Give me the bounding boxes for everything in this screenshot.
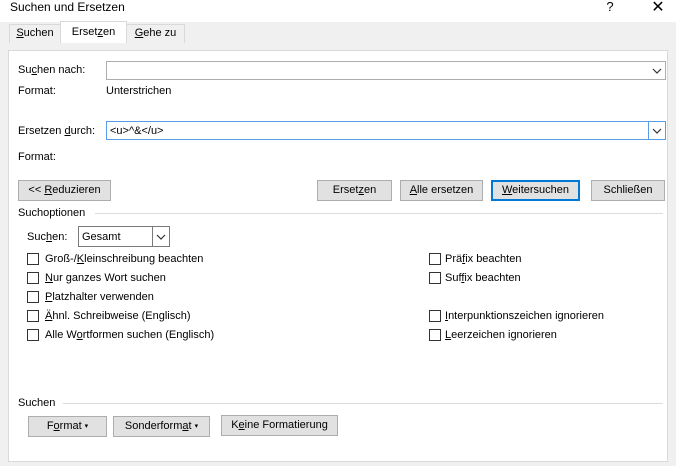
replace-all-button[interactable]: Alle ersetzen bbox=[400, 180, 483, 201]
replace-format-label: Format: bbox=[18, 151, 56, 163]
checkbox-word-forms[interactable] bbox=[27, 329, 39, 341]
checkbox-ignore-whitespace-label: Leerzeichen ignorieren bbox=[445, 329, 557, 341]
find-replace-dialog: Suchen Ersetzen Gehe zu Suchen nach: For… bbox=[0, 21, 676, 466]
find-next-button[interactable]: Weitersuchen bbox=[491, 180, 580, 201]
find-dropdown-arrow[interactable] bbox=[648, 62, 665, 79]
checkbox-whole-word-label: Nur ganzes Wort suchen bbox=[45, 272, 166, 284]
caret-down-icon: ▾ bbox=[194, 423, 199, 430]
help-icon[interactable]: ? bbox=[600, 0, 620, 14]
checkbox-wildcards-label: Platzhalter verwenden bbox=[45, 291, 154, 303]
search-direction-select[interactable]: Gesamt bbox=[78, 226, 170, 247]
replace-button[interactable]: Ersetzen bbox=[317, 180, 392, 201]
chevron-down-icon bbox=[156, 234, 166, 240]
checkbox-ignore-punctuation[interactable] bbox=[429, 310, 441, 322]
close-icon[interactable]: ✕ bbox=[646, 0, 670, 17]
replace-panel: Suchen nach: Format: Unterstrichen Erset… bbox=[8, 50, 668, 462]
checkbox-ignore-punctuation-label: Interpunktionszeichen ignorieren bbox=[445, 310, 604, 322]
checkbox-wildcards[interactable] bbox=[27, 291, 39, 303]
find-format-value: Unterstrichen bbox=[106, 85, 172, 97]
checkbox-match-case-label: Groß-/Kleinschreibung beachten bbox=[45, 253, 204, 265]
checkbox-suffix[interactable] bbox=[429, 272, 441, 284]
no-formatting-button[interactable]: Keine Formatierung bbox=[221, 415, 338, 436]
tab-gehe-zu[interactable]: Gehe zu bbox=[126, 24, 185, 43]
reduce-button[interactable]: << Reduzieren bbox=[18, 180, 111, 201]
bottom-search-heading: Suchen bbox=[18, 397, 56, 409]
caret-down-icon: ▾ bbox=[84, 423, 89, 430]
checkbox-sounds-like[interactable] bbox=[27, 310, 39, 322]
format-button[interactable]: Format ▾ bbox=[28, 416, 107, 437]
replace-value: <u>^&</u> bbox=[110, 125, 164, 137]
checkbox-ignore-whitespace[interactable] bbox=[429, 329, 441, 341]
window-title: Suchen und Ersetzen bbox=[10, 0, 125, 14]
title-bar: Suchen und Ersetzen ? ✕ bbox=[0, 0, 676, 22]
search-direction-arrow[interactable] bbox=[152, 227, 169, 246]
find-label: Suchen nach: bbox=[18, 64, 86, 76]
find-format-label: Format: bbox=[18, 85, 56, 97]
checkbox-suffix-label: Suffix beachten bbox=[445, 272, 521, 284]
find-input[interactable] bbox=[106, 61, 666, 80]
checkbox-prefix-label: Präfix beachten bbox=[445, 253, 522, 265]
checkbox-match-case[interactable] bbox=[27, 253, 39, 265]
close-button[interactable]: Schließen bbox=[591, 180, 665, 201]
chevron-down-icon bbox=[652, 128, 662, 134]
tab-suchen[interactable]: Suchen bbox=[9, 24, 61, 43]
checkbox-whole-word[interactable] bbox=[27, 272, 39, 284]
checkbox-sounds-like-label: Ähnl. Schreibweise (Englisch) bbox=[45, 310, 191, 322]
search-direction-label: Suchen: bbox=[27, 231, 68, 243]
replace-dropdown-arrow[interactable] bbox=[648, 121, 666, 140]
special-format-button[interactable]: Sonderformat ▾ bbox=[113, 416, 210, 437]
search-options-divider bbox=[95, 213, 663, 214]
tab-ersetzen[interactable]: Ersetzen bbox=[60, 21, 127, 43]
chevron-down-icon bbox=[652, 68, 662, 74]
checkbox-prefix[interactable] bbox=[429, 253, 441, 265]
search-direction-value: Gesamt bbox=[82, 231, 121, 243]
checkbox-word-forms-label: Alle Wortformen suchen (Englisch) bbox=[45, 329, 215, 341]
bottom-search-divider bbox=[63, 403, 663, 404]
replace-label: Ersetzen durch: bbox=[18, 125, 96, 137]
search-options-heading: Suchoptionen bbox=[18, 207, 86, 219]
replace-input[interactable]: <u>^&</u> bbox=[106, 121, 666, 140]
